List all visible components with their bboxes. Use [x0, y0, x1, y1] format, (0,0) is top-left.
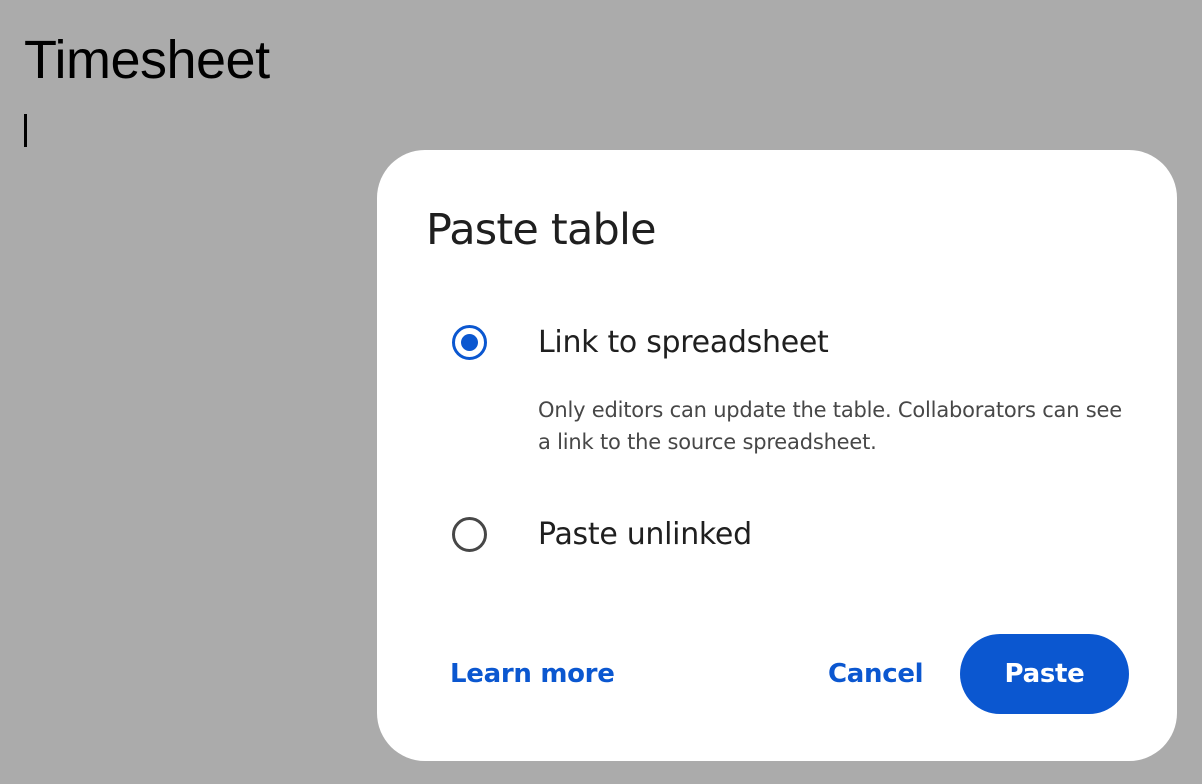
dialog-title: Paste table — [426, 205, 657, 255]
paste-button[interactable]: Paste — [960, 634, 1129, 714]
radio-checked-icon[interactable] — [452, 325, 487, 360]
option-label-unlinked[interactable]: Paste unlinked — [538, 515, 752, 555]
option-description-link: Only editors can update the table. Colla… — [538, 398, 1122, 454]
text-cursor — [24, 114, 27, 147]
option-label-link[interactable]: Link to spreadsheet — [538, 323, 829, 363]
paste-table-dialog: Paste table Link to spreadsheet Only edi… — [377, 150, 1177, 761]
cancel-button[interactable]: Cancel — [828, 654, 924, 694]
document-title: Timesheet — [24, 30, 270, 90]
learn-more-link[interactable]: Learn more — [450, 654, 615, 694]
radio-unchecked-icon[interactable] — [452, 517, 487, 552]
